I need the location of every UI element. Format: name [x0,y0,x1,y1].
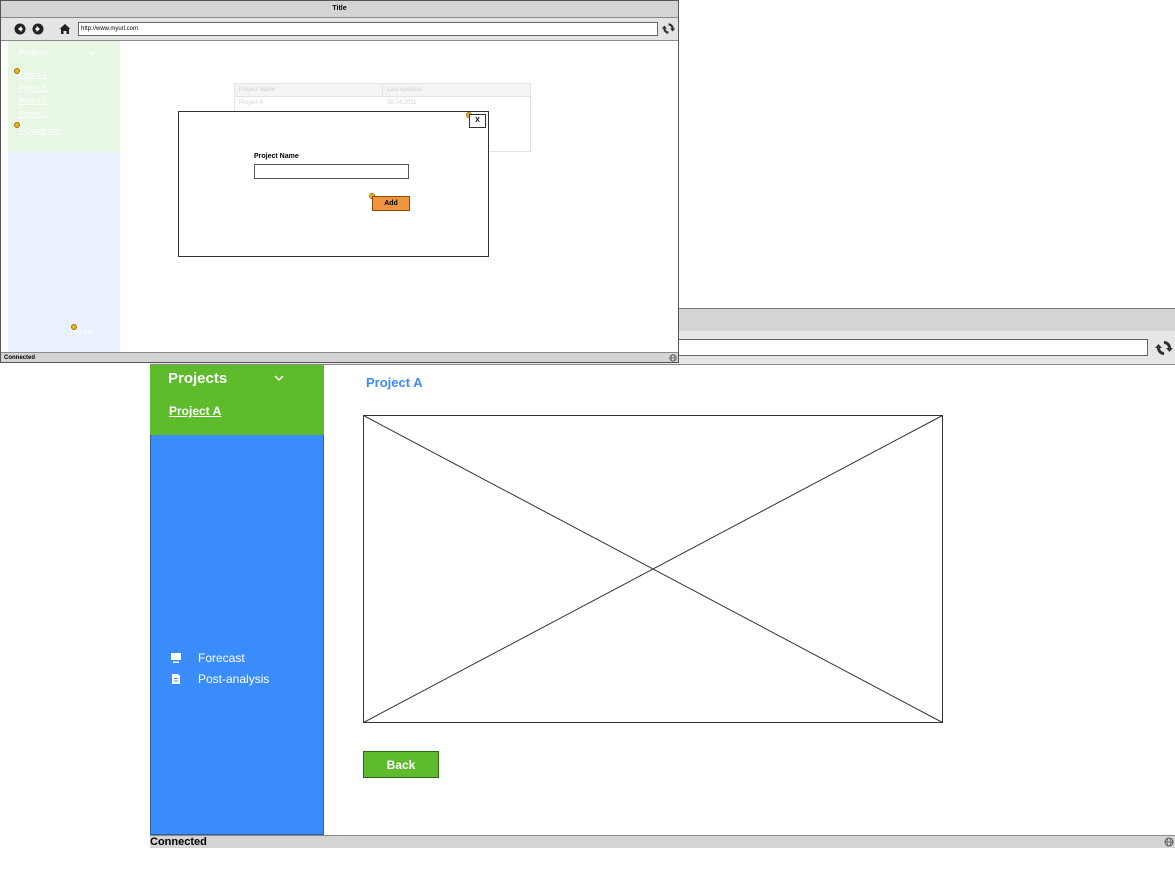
sidebar-projects-panel: Projects Project A [150,365,324,435]
monitor-icon [171,653,181,663]
table-cell: 28.04.2011 [387,100,417,106]
table-cell: Project A [239,100,264,106]
sidebar-item-forecast[interactable]: Forecast [170,651,245,665]
sidebar-item-post-analysis[interactable]: Post-analysis [170,672,269,686]
url-field[interactable]: http://www.myurl.com [78,22,658,36]
browser-window-create-project: Title http://www.myurl.com Projects Proj… [0,0,679,363]
chevron-down-icon[interactable] [272,371,286,385]
sidebar-menu-panel [8,152,120,352]
globe-icon [1164,837,1174,847]
sidebar-item-label: Post-analysis [198,672,270,686]
back-button[interactable]: Back [363,751,439,778]
globe-icon [669,354,677,362]
create-new-link[interactable]: + Create new [19,128,61,135]
browser-window-project-view: Projects Project A Forecast Post-analysi… [150,308,1175,886]
forward-arrow-icon[interactable] [32,23,44,35]
sidebar-item-project-c[interactable]: Project C [19,98,48,105]
address-bar: http://www.myurl.com [1,18,678,41]
project-name-label: Project Name [254,153,299,160]
column-header: Project Name [235,84,383,97]
reload-icon[interactable] [661,21,676,36]
sidebar: Projects Project A Project B Project C P… [8,41,120,352]
status-text: Connected [150,836,207,848]
logout-button[interactable]: Log out [238,872,300,886]
sidebar-title: Projects [19,48,48,57]
add-button[interactable]: Add [372,196,410,211]
logout-label: Log out [256,872,300,886]
window-title: Title [332,5,347,12]
image-placeholder [363,415,943,723]
document-icon [172,674,180,684]
logout-button[interactable]: Log out [70,329,93,336]
status-bar: Connected [1,352,678,362]
chevron-down-icon[interactable] [88,49,96,57]
home-icon[interactable] [59,23,71,35]
close-button[interactable]: X [469,114,486,128]
sidebar-item-project-d[interactable]: Project D [19,111,48,118]
selected-project-link[interactable]: Project A [169,404,221,418]
sidebar-menu-panel: Forecast Post-analysis Log out [150,435,324,886]
logout-icon [239,874,249,884]
status-text: Connected [4,355,36,361]
sidebar-item-label: Forecast [198,651,245,665]
page-title: Project A [366,375,423,390]
sidebar-item-project-b[interactable]: Project B [19,85,47,92]
project-name-input[interactable] [254,164,409,179]
reload-icon[interactable] [1154,338,1174,358]
sidebar: Projects Project A Forecast Post-analysi… [150,365,324,886]
back-arrow-icon[interactable] [14,23,26,35]
sidebar-projects-panel: Projects Project A Project B Project C P… [8,41,120,152]
create-project-dialog: X Project Name Add [178,111,489,257]
column-header: Last updated [383,84,530,97]
sidebar-title: Projects [168,370,228,387]
sidebar-item-project-a[interactable]: Project A [19,72,47,79]
window-titlebar: Title [1,1,678,18]
status-bar: Connected [150,835,1175,848]
